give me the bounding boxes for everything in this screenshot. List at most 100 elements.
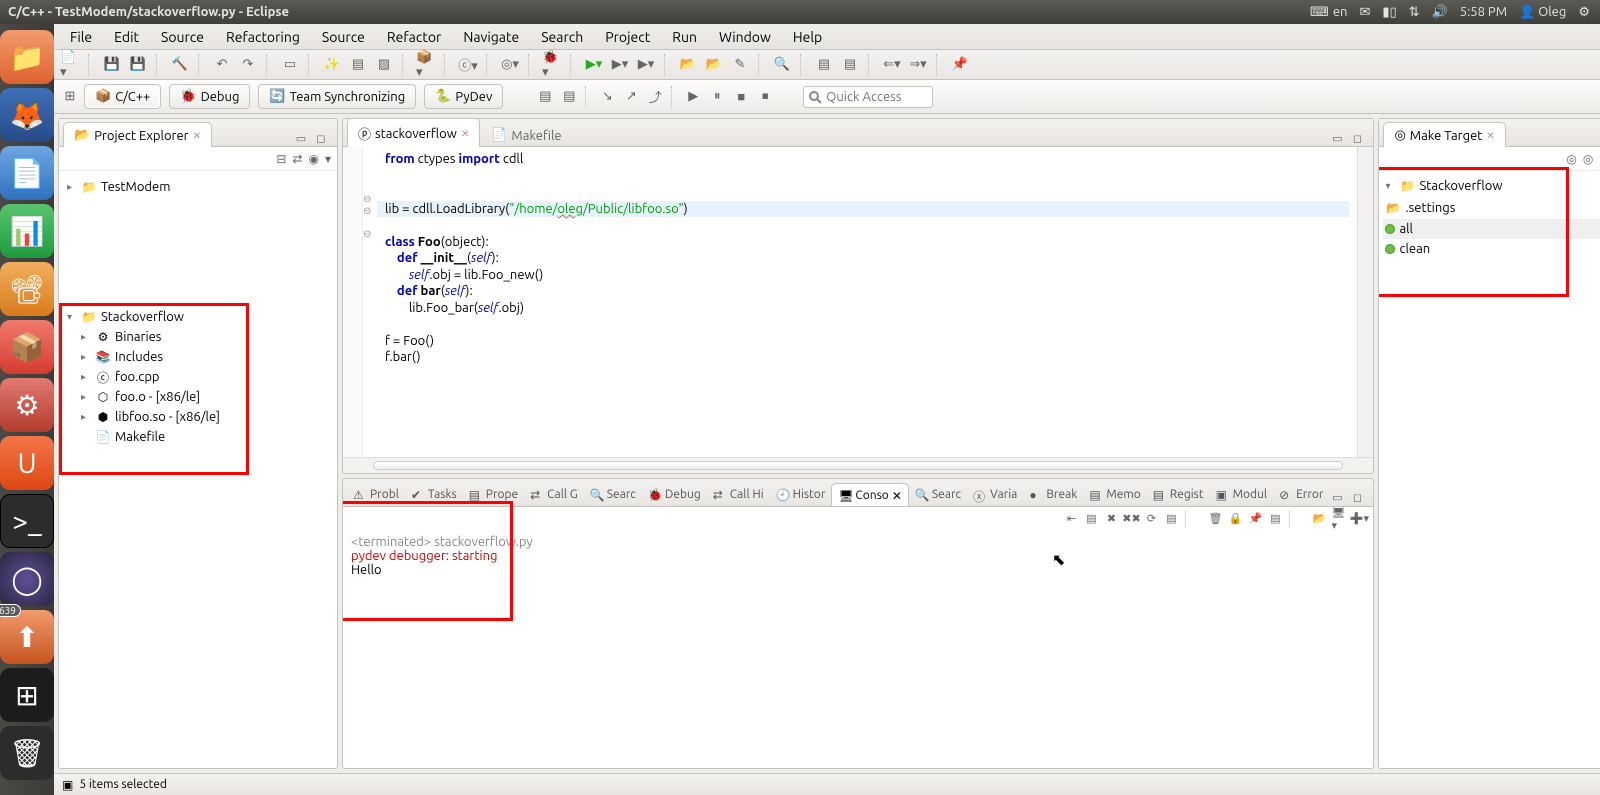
pause-icon[interactable]: ⏸ bbox=[707, 87, 727, 107]
pin-icon[interactable]: 📌 bbox=[950, 55, 970, 75]
tb-icon2[interactable]: ▨ bbox=[374, 55, 394, 75]
tree-item[interactable]: ▸⚙Binaries bbox=[63, 327, 333, 347]
gear-icon[interactable]: ⚙ bbox=[1578, 5, 1590, 20]
launcher-software[interactable]: U bbox=[0, 436, 54, 490]
launcher-files[interactable]: 📁 bbox=[0, 30, 54, 84]
collapse-all-icon[interactable]: ⊟ bbox=[276, 152, 286, 166]
stop-icon[interactable]: ■ bbox=[731, 87, 751, 107]
view-tab[interactable]: 🔍Searc bbox=[584, 483, 642, 506]
view-tab[interactable]: ⚠Probl bbox=[347, 483, 405, 506]
perspective-debug[interactable]: 🐞Debug bbox=[169, 84, 250, 109]
launcher-app5[interactable]: 📦 bbox=[0, 320, 54, 374]
step3-icon[interactable]: ⤴ bbox=[645, 87, 665, 107]
close-view-icon[interactable]: ✕ bbox=[892, 489, 902, 503]
menu-window[interactable]: Window bbox=[709, 26, 781, 48]
navfwd-icon[interactable]: ⇒▾ bbox=[908, 55, 928, 75]
launcher-settings[interactable]: ⚙ bbox=[0, 378, 54, 432]
network-icon[interactable]: ⇅ bbox=[1409, 5, 1420, 20]
target-icon[interactable]: ◎▾ bbox=[500, 55, 520, 75]
menu-refactoring[interactable]: Refactoring bbox=[216, 26, 310, 48]
mk-target[interactable]: all bbox=[1383, 219, 1600, 239]
menu-source2[interactable]: Source bbox=[312, 26, 375, 48]
perspective-team[interactable]: 🔄Team Synchronizing bbox=[258, 84, 416, 109]
project-tree[interactable]: ▸📁TestModem ▾📁Stackoverflow ▸⚙Binaries ▸… bbox=[59, 171, 337, 768]
add-target-icon[interactable]: ◎ bbox=[1566, 152, 1576, 166]
tree-item[interactable]: ▸⬡foo.o - [x86/le] bbox=[63, 387, 333, 407]
editor-vscrollbar[interactable] bbox=[1357, 147, 1373, 457]
mk-target[interactable]: clean bbox=[1383, 239, 1600, 259]
con-removeall-icon[interactable]: ✖✖ bbox=[1123, 511, 1139, 527]
tree-item[interactable]: ▸📚Includes bbox=[63, 347, 333, 367]
run-icon[interactable]: ▶▾ bbox=[584, 55, 604, 75]
wand-icon[interactable]: ✨ bbox=[322, 55, 342, 75]
con-icon[interactable]: ⇤ bbox=[1063, 511, 1079, 527]
launcher-terminal[interactable]: >_ bbox=[0, 494, 54, 548]
tb-misc2-icon[interactable]: ▤ bbox=[559, 87, 579, 107]
save-icon[interactable]: 💾 bbox=[102, 55, 122, 75]
mk-folder[interactable]: 📂.settings bbox=[1383, 197, 1600, 219]
launcher-workspaces[interactable]: ⊞ bbox=[0, 668, 54, 722]
tb-icon[interactable]: ▤ bbox=[348, 55, 368, 75]
runext-icon[interactable]: ▶▾ bbox=[610, 55, 630, 75]
con-icon[interactable]: ⟳ bbox=[1143, 511, 1159, 527]
editor-tab[interactable]: 📄Makefile bbox=[480, 122, 572, 147]
con-icon[interactable]: ▤ bbox=[1083, 511, 1099, 527]
view-tab[interactable]: ⇄Call Hi bbox=[707, 483, 770, 506]
tree-project[interactable]: ▸📁TestModem bbox=[63, 177, 333, 197]
edit-icon[interactable]: ✎ bbox=[730, 55, 750, 75]
menu-file[interactable]: File bbox=[60, 26, 102, 48]
folder2-icon[interactable]: 📂 bbox=[704, 55, 724, 75]
view-tab[interactable]: ●Break bbox=[1023, 483, 1083, 506]
view-tab[interactable]: 🕘Histor bbox=[770, 483, 832, 506]
mail-icon[interactable]: ✉ bbox=[1359, 5, 1370, 20]
maximize-editor-icon[interactable]: ◻ bbox=[1349, 130, 1365, 146]
step2-icon[interactable]: ↗ bbox=[621, 87, 641, 107]
view-tab[interactable]: 🔍Searc bbox=[909, 483, 967, 506]
console-output[interactable]: <terminated> stackoverflow.pypydev debug… bbox=[343, 531, 1373, 768]
menu-help[interactable]: Help bbox=[783, 26, 832, 48]
step-icon[interactable]: ↘ bbox=[597, 87, 617, 107]
launcher-trash[interactable]: 🗑 bbox=[0, 726, 54, 780]
ann-icon[interactable]: ▤ bbox=[840, 55, 860, 75]
launcher-calc[interactable]: 📊 bbox=[0, 204, 54, 258]
view-tab[interactable]: 🐞Debug bbox=[642, 483, 707, 506]
menu-search[interactable]: Search bbox=[531, 26, 593, 48]
code-editor[interactable]: ⊖⊖⊖ from ctypes import cdll lib = cdll.L… bbox=[343, 147, 1373, 457]
editor-hscrollbar[interactable] bbox=[343, 457, 1373, 473]
newproj-icon[interactable]: 📦▾ bbox=[416, 55, 436, 75]
con-open-icon[interactable]: 📂 bbox=[1311, 511, 1327, 527]
view-tab[interactable]: ▣Modul bbox=[1210, 483, 1273, 506]
mk-project[interactable]: ▾📁Stackoverflow bbox=[1383, 175, 1600, 197]
close-view-icon[interactable]: ✕ bbox=[193, 130, 201, 142]
outline-icon[interactable]: ▤ bbox=[814, 55, 834, 75]
launcher-eclipse[interactable]: ◯ bbox=[0, 552, 54, 606]
folder-icon[interactable]: 📂 bbox=[678, 55, 698, 75]
view-tab[interactable]: ✔Tasks bbox=[405, 483, 463, 506]
maximize-view-icon[interactable]: ◻ bbox=[1349, 490, 1365, 506]
view-tab[interactable]: ⊘Error bbox=[1273, 483, 1329, 506]
launcher-firefox[interactable]: 🦊 bbox=[0, 88, 54, 142]
view-tab-console[interactable]: 🖥Conso ✕ bbox=[831, 483, 909, 507]
menu-run[interactable]: Run bbox=[662, 26, 707, 48]
launcher-impress[interactable]: 📽 bbox=[0, 262, 54, 316]
resume-icon[interactable]: ▶ bbox=[683, 87, 703, 107]
link-editor-icon[interactable]: ⇄ bbox=[292, 152, 302, 166]
tree-item[interactable]: ▸ⓒfoo.cpp bbox=[63, 367, 333, 387]
project-explorer-tab[interactable]: 📂 Project Explorer ✕ bbox=[63, 122, 212, 147]
view-menu-icon[interactable]: ▾ bbox=[325, 152, 331, 166]
view-tab[interactable]: ▤Prope bbox=[463, 483, 524, 506]
con-remove-icon[interactable]: ✖ bbox=[1103, 511, 1119, 527]
make-target-tree[interactable]: ▾📁Stackoverflow 📂.settings all clean bbox=[1379, 171, 1600, 768]
open-perspective-icon[interactable]: ⊞ bbox=[60, 87, 80, 107]
build-icon[interactable]: 🔨 bbox=[170, 55, 190, 75]
tb-misc1-icon[interactable]: ▤ bbox=[535, 87, 555, 107]
menu-edit[interactable]: Edit bbox=[104, 26, 149, 48]
tree-project[interactable]: ▾📁Stackoverflow bbox=[63, 307, 333, 327]
view-tab[interactable]: ▤Memo bbox=[1083, 483, 1146, 506]
battery-icon[interactable]: ▮▯ bbox=[1382, 5, 1396, 20]
perspective-pydev[interactable]: 🐍PyDev bbox=[424, 84, 503, 109]
con-lock-icon[interactable]: 🔒 bbox=[1227, 511, 1243, 527]
volume-icon[interactable]: 🔊 bbox=[1432, 5, 1448, 20]
close-view-icon[interactable]: ✕ bbox=[1486, 130, 1494, 142]
con-pin-icon[interactable]: 📌 bbox=[1247, 511, 1263, 527]
